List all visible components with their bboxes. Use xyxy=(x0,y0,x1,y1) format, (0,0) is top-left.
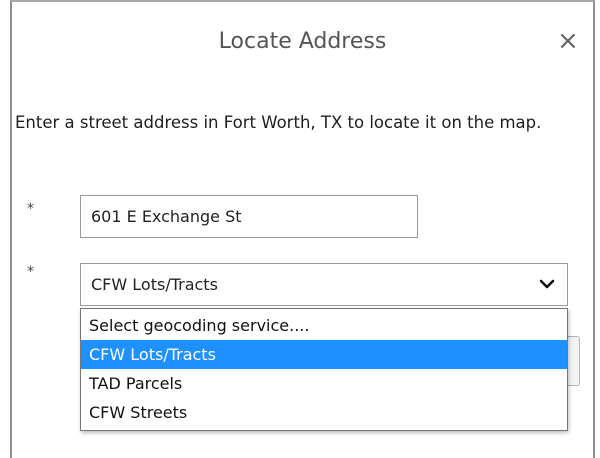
service-option-highlighted[interactable]: CFW Lots/Tracts xyxy=(81,340,567,369)
locate-address-dialog: Locate Address × Enter a street address … xyxy=(10,0,595,458)
service-options-list: Select geocoding service.... CFW Lots/Tr… xyxy=(80,308,568,431)
instructions-text: Enter a street address in Fort Worth, TX… xyxy=(15,113,542,132)
required-marker-address: * xyxy=(27,201,34,217)
close-icon[interactable]: × xyxy=(557,28,579,54)
required-marker-service: * xyxy=(27,264,34,280)
page: Locate Address × Enter a street address … xyxy=(0,0,600,458)
selected-service-value: CFW Lots/Tracts xyxy=(91,275,218,294)
address-input[interactable] xyxy=(80,195,418,238)
service-option[interactable]: CFW Streets xyxy=(81,398,567,427)
geocoding-service-select[interactable]: CFW Lots/Tracts xyxy=(80,263,568,306)
service-option[interactable]: Select geocoding service.... xyxy=(81,311,567,340)
dialog-title: Locate Address xyxy=(218,29,387,54)
chevron-down-icon xyxy=(539,279,555,289)
service-option[interactable]: TAD Parcels xyxy=(81,369,567,398)
